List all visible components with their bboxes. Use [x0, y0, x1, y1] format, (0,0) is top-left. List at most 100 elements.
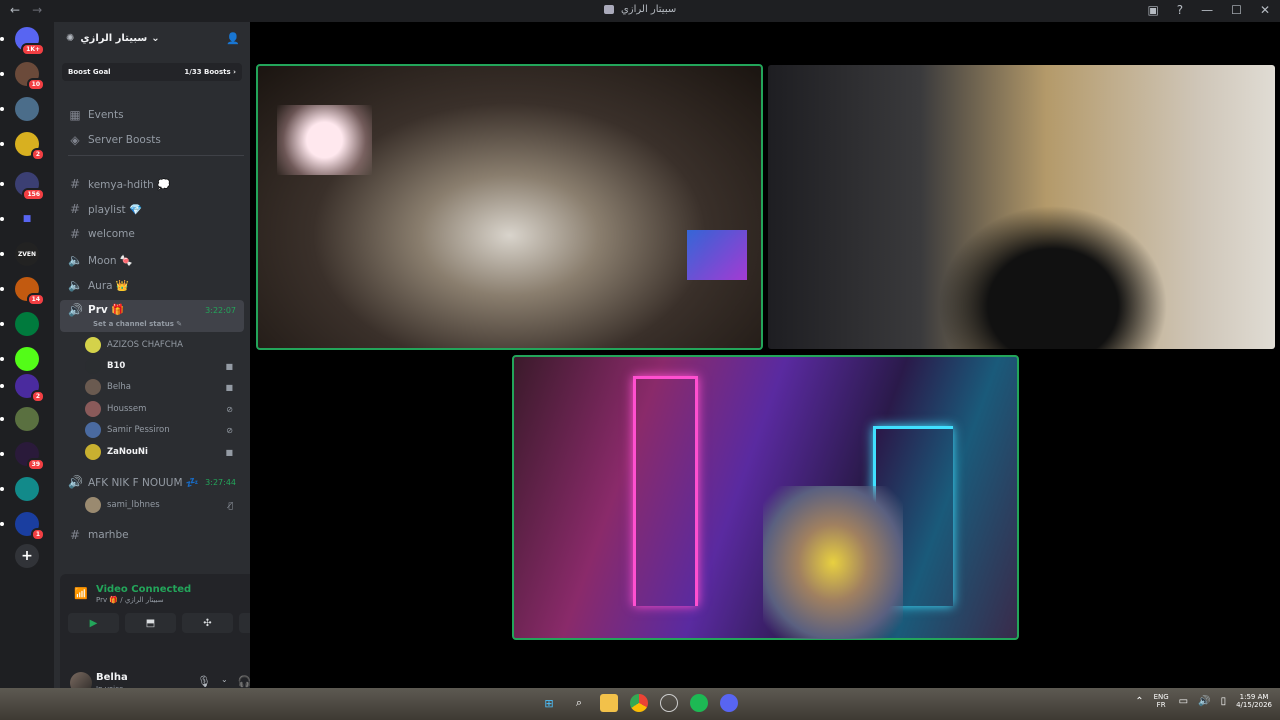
unread-badge: 1	[30, 528, 45, 541]
voice-user[interactable]: Samir Pessiron ⊘	[85, 420, 239, 440]
ea-icon-2[interactable]	[0, 477, 39, 501]
voice-user-name: Houssem	[107, 404, 147, 414]
voice-user[interactable]: Houssem ⊘	[85, 399, 239, 419]
unread-dot	[0, 487, 4, 491]
network-icon[interactable]: ▭	[1179, 696, 1188, 707]
close-icon[interactable]: ✕	[1260, 3, 1270, 17]
chrome-icon[interactable]	[630, 694, 648, 712]
voice-location[interactable]: Prv 🎁 / سبيتار الرازي	[96, 596, 164, 604]
unread-dot	[0, 217, 4, 221]
speaker-icon: 🔈	[68, 278, 83, 292]
afk-voice-channel[interactable]: 🔊 AFK NIK F NOUUM 💤 3:27:44	[60, 471, 244, 493]
server-avatar-4[interactable]: 156	[0, 172, 45, 201]
voice-status[interactable]: Video Connected	[96, 584, 191, 595]
server-avatar-1[interactable]: 10	[0, 62, 45, 91]
user-name[interactable]: Belha	[96, 672, 128, 683]
voice-user[interactable]: ZaNouNi ■	[85, 442, 239, 462]
kick-icon[interactable]	[0, 347, 39, 371]
unread-dot	[0, 142, 4, 146]
volume-icon[interactable]: 🔊	[1198, 696, 1210, 707]
activities-button[interactable]: ✣	[182, 613, 233, 633]
microphone-icon[interactable]: 🎙	[197, 675, 211, 688]
text-channel[interactable]: # playlist 💎	[60, 198, 244, 220]
language-indicator[interactable]: ENG FR	[1154, 693, 1169, 709]
voice-user-name: Belha	[107, 382, 132, 392]
channel-sidebar: ✺ سبيتار الرازي ⌄ 👤 Boost Goal 1/33 Boos…	[54, 22, 298, 704]
windows-start-icon[interactable]: ⊞	[540, 694, 558, 712]
invite-people-icon[interactable]: 👤	[226, 32, 240, 45]
activities-icon: ✣	[203, 617, 212, 629]
server-header[interactable]: ✺ سبيتار الرازي ⌄ 👤	[54, 22, 250, 54]
events-item[interactable]: ▦ Events	[60, 104, 244, 126]
search-icon[interactable]: ⌕	[570, 694, 588, 712]
server-boosts-item[interactable]: ◈ Server Boosts	[60, 129, 244, 151]
boost-icon: ◈	[70, 133, 80, 147]
video-icon: ■	[225, 361, 233, 371]
chevron-up-icon[interactable]: ⌃	[1135, 696, 1143, 707]
spotify-icon[interactable]	[690, 694, 708, 712]
server-avatar-2[interactable]	[0, 97, 39, 121]
discord-logo-icon[interactable]: 1K+	[0, 27, 45, 56]
avatar	[85, 422, 101, 438]
app-icon[interactable]	[660, 694, 678, 712]
minimize-icon[interactable]: —	[1201, 3, 1213, 17]
signal-icon: 📶	[74, 587, 88, 600]
video-tile[interactable]	[512, 355, 1019, 640]
server-avatar-5[interactable]: ZVEN	[0, 242, 39, 266]
server-avatar-7[interactable]	[0, 407, 39, 431]
maximize-icon[interactable]: ☐	[1231, 3, 1242, 17]
unread-dot	[0, 252, 4, 256]
calendar-icon: ▦	[69, 108, 81, 122]
screen-share-button[interactable]: ⬒	[125, 613, 176, 633]
time-label: 1:59 AM	[1239, 693, 1269, 701]
add-server-icon[interactable]: +	[15, 544, 39, 568]
voice-user[interactable]: Belha ■	[85, 377, 239, 397]
voice-user[interactable]: B10 ■	[85, 356, 239, 376]
unread-dot	[0, 72, 4, 76]
video-tile[interactable]	[768, 65, 1275, 349]
voice-user[interactable]: sami_lbhnes 🎙̸	[85, 495, 239, 515]
ea-icon[interactable]: 2	[0, 374, 45, 403]
battery-icon[interactable]: ▯	[1221, 696, 1227, 707]
discord-icon[interactable]	[720, 694, 738, 712]
text-channel[interactable]: # kemya-hdith 💭	[60, 173, 244, 195]
file-explorer-icon[interactable]	[600, 694, 618, 712]
channel-label: marhbe	[88, 529, 129, 541]
video-tile[interactable]	[256, 64, 763, 350]
voice-user-name: ZaNouNi	[107, 447, 148, 457]
clock[interactable]: 1:59 AM 4/15/2026	[1236, 693, 1272, 709]
layout-label: FR	[1156, 701, 1166, 709]
unread-dot	[0, 384, 4, 388]
text-channel[interactable]: # marhbe	[60, 524, 244, 546]
server-avatar-8[interactable]: 39	[0, 442, 45, 471]
help-icon[interactable]: ?	[1177, 3, 1183, 17]
window-title: سبيتار الرازي	[620, 4, 677, 15]
taskbar: ⊞ ⌕ ⌃ ENG FR ▭ 🔊 ▯ 1:59 AM 4/15/2026	[0, 688, 1280, 720]
text-channel[interactable]: # welcome	[60, 223, 244, 245]
inbox-icon[interactable]: ▣	[1147, 3, 1158, 17]
voice-user-name: AZIZOS CHAFCHA	[107, 340, 183, 350]
unread-badge: 156	[22, 188, 45, 201]
server-avatar-6[interactable]: 14	[0, 277, 45, 306]
server-avatar-3[interactable]: 2	[0, 132, 45, 161]
hash-icon: #	[69, 528, 81, 542]
voice-channel[interactable]: 🔈 Aura 👑	[60, 274, 244, 296]
folder-icon[interactable]: ■	[0, 207, 39, 231]
voice-timer: 3:27:44	[205, 477, 236, 487]
voice-user[interactable]: AZIZOS CHAFCHA	[85, 335, 239, 355]
boost-goal-label: Boost Goal	[68, 68, 111, 76]
screen-share-icon: ⬒	[145, 617, 156, 629]
boost-goal-bar[interactable]: Boost Goal 1/33 Boosts ›	[62, 63, 242, 81]
ea-icon-3[interactable]: 1	[0, 512, 45, 541]
voice-channel[interactable]: 🔈 Moon 🍬	[60, 249, 244, 271]
voice-user-name: sami_lbhnes	[107, 500, 160, 510]
palestine-flag-icon[interactable]	[0, 312, 39, 336]
camera-button[interactable]: ▶	[68, 613, 119, 633]
active-voice-channel[interactable]: 🔊 Prv 🎁 3:22:07 Set a channel status ✎	[60, 300, 244, 332]
chevron-down-icon[interactable]: ⌄	[221, 675, 228, 688]
server-short-label: ZVEN	[17, 250, 37, 258]
muted-deafened-icon: ⊘	[226, 425, 233, 435]
date-label: 4/15/2026	[1236, 701, 1272, 709]
set-channel-status[interactable]: Set a channel status ✎	[93, 320, 182, 328]
channel-label: Prv 🎁	[88, 304, 125, 316]
